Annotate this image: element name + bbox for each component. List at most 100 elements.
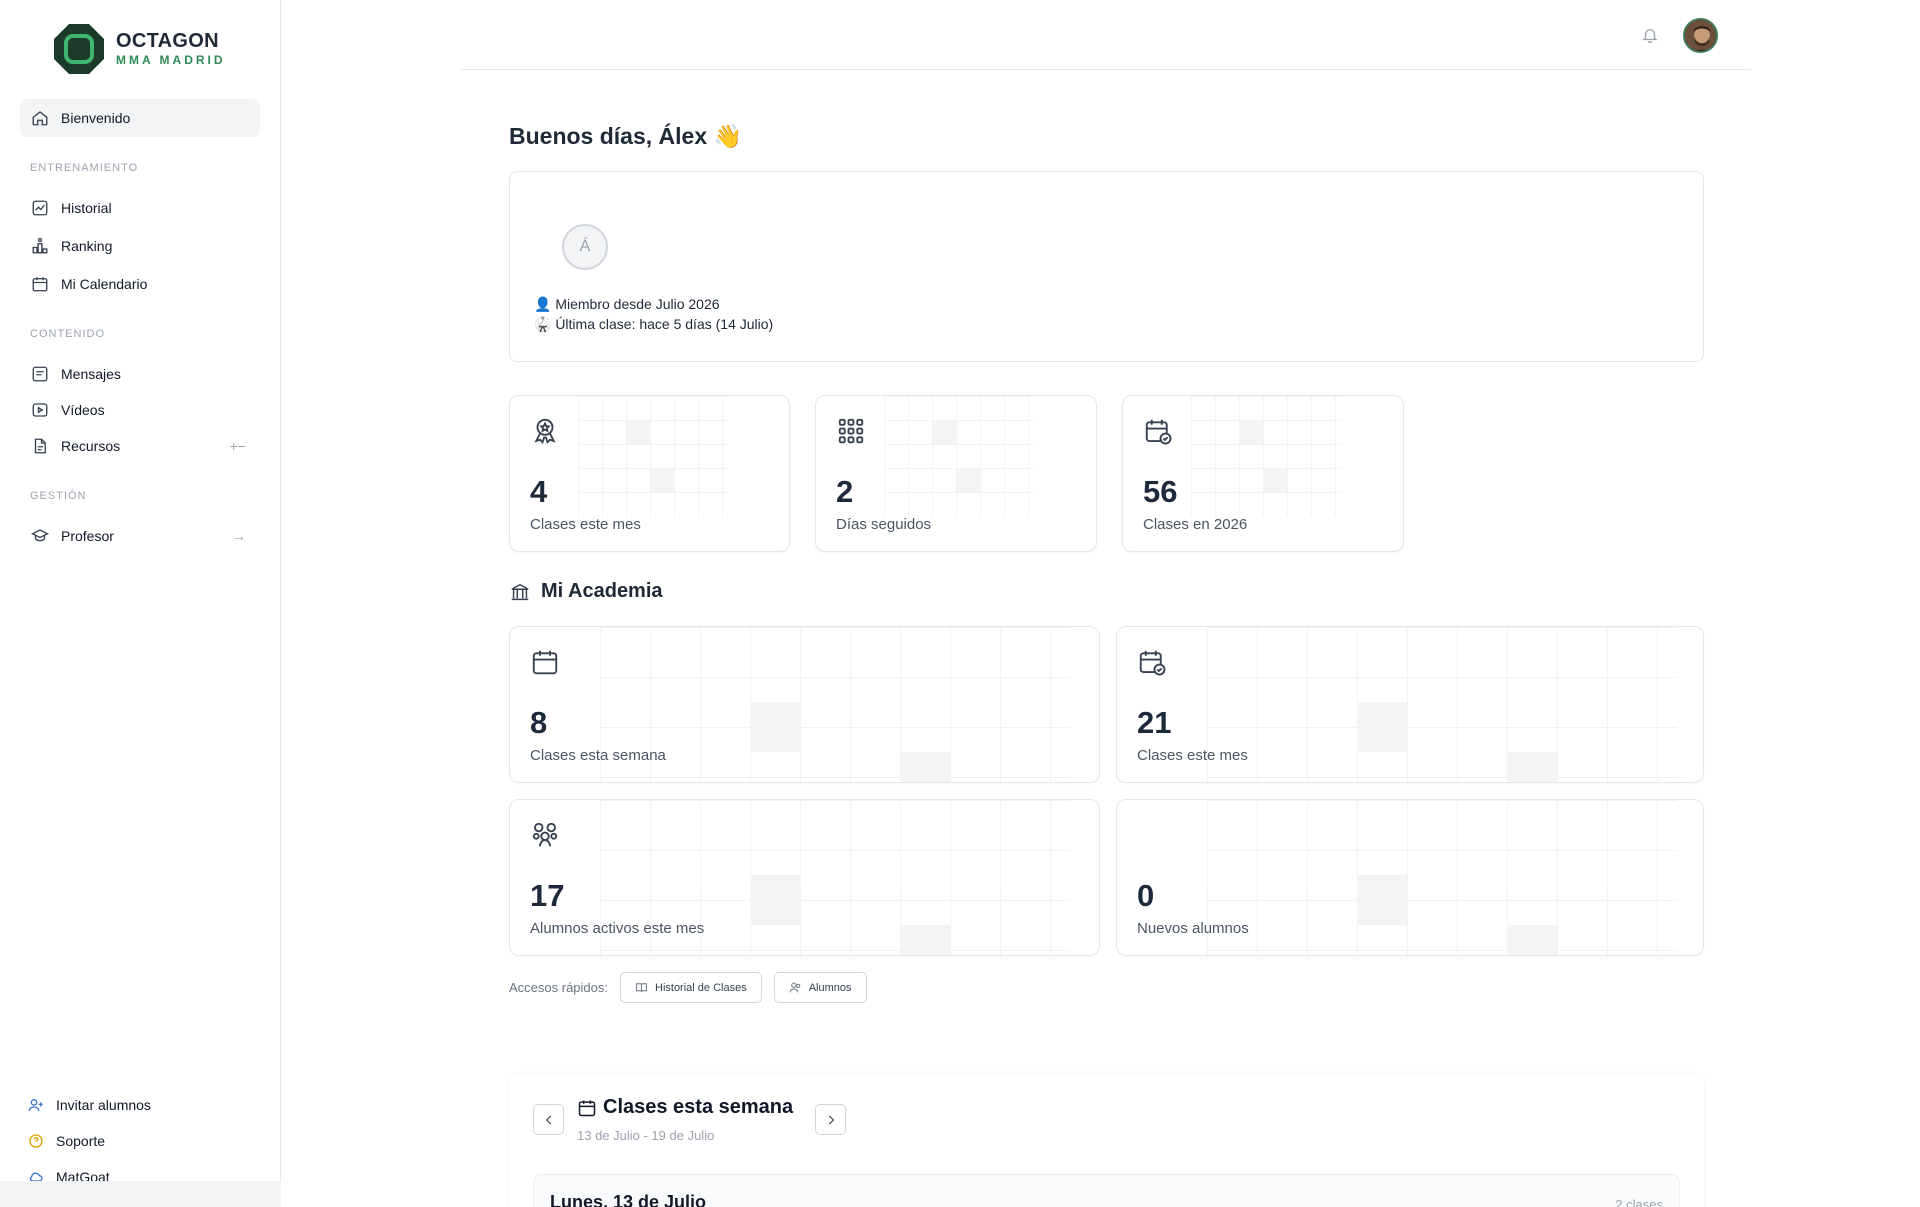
next-week-button[interactable] [815, 1104, 846, 1135]
stat-card-clases-anio[interactable]: 56 Clases en 2026 [1122, 395, 1404, 552]
stat-card-dias-seguidos[interactable]: 2 Días seguidos [815, 395, 1097, 552]
nav-historial[interactable]: Historial [20, 189, 260, 227]
calendar-check-icon [1139, 650, 1166, 676]
nav-historial-label: Historial [61, 200, 112, 216]
invite-students-label: Invitar alumnos [56, 1097, 151, 1113]
grid-decoration-cell [626, 420, 650, 444]
page-title: Buenos días, Álex 👋 [509, 123, 743, 149]
quick-access: Accesos rápidos: Historial de Clases Alu… [509, 972, 867, 1003]
last-class: 🥋 Última clase: hace 5 días (14 Julio) [534, 316, 774, 332]
academy-card-nuevos-alumnos[interactable]: 0 Nuevos alumnos [1116, 799, 1704, 956]
profile-avatar[interactable]: Á [562, 224, 608, 270]
calendar-check-icon [1145, 419, 1172, 445]
week-classes-card: Clases esta semana 13 de Julio - 19 de J… [509, 1074, 1704, 1207]
chevron-right-icon [828, 1115, 834, 1124]
sidebar-bottom-strip [0, 1181, 281, 1207]
stat-value: 8 [530, 705, 548, 740]
brand-logo[interactable]: OCTAGON MMA MADRID [54, 24, 226, 74]
stat-value: 56 [1143, 474, 1178, 509]
section-contenido: CONTENIDO [30, 328, 105, 340]
award-icon [534, 418, 556, 444]
graduation-cap-icon [31, 529, 49, 542]
day-name: Lunes, 13 de Julio [550, 1192, 707, 1207]
grid-decoration-cell [1357, 702, 1407, 752]
grid-decoration [1191, 396, 1341, 516]
invite-students-link[interactable]: Invitar alumnos [28, 1097, 151, 1113]
grid-decoration-cell [956, 468, 980, 492]
user-avatar[interactable] [1683, 18, 1718, 53]
nav-videos-label: Vídeos [61, 402, 105, 418]
week-title-label: Clases esta semana [603, 1096, 794, 1118]
nav-mi-calendario-label: Mi Calendario [61, 276, 148, 292]
stat-label: Nuevos alumnos [1137, 920, 1249, 937]
nav-mensajes[interactable]: Mensajes [20, 355, 260, 393]
historial-clases-button[interactable]: Historial de Clases [620, 972, 762, 1003]
grid-decoration-cell [1507, 925, 1557, 955]
nav-recursos-label: Recursos [61, 438, 121, 454]
stat-value: 17 [530, 878, 565, 913]
users-icon [532, 822, 558, 847]
grid-decoration-cell [750, 702, 800, 752]
grid-decoration-cell [1357, 875, 1407, 925]
academy-card-alumnos-activos[interactable]: 17 Alumnos activos este mes [509, 799, 1100, 956]
nav-videos[interactable]: Vídeos [20, 391, 260, 429]
grid-decoration-cell [650, 468, 674, 492]
grid-decoration-cell [900, 752, 950, 782]
grid-decoration-cell [750, 875, 800, 925]
day-class-count: 2 clases [1615, 1197, 1663, 1207]
grid-decoration [1207, 800, 1677, 955]
section-mi-academia: Mi Academia [509, 580, 663, 603]
nav-bienvenido-label: Bienvenido [61, 110, 131, 126]
stat-value: 21 [1137, 705, 1172, 740]
octagon-logo-icon [54, 24, 104, 74]
academy-card-clases-semana[interactable]: 8 Clases esta semana [509, 626, 1100, 783]
week-range: 13 de Julio - 19 de Julio [577, 1128, 715, 1143]
nav-mi-calendario[interactable]: Mi Calendario [20, 265, 260, 303]
stat-label: Clases esta semana [530, 747, 666, 764]
recursos-expand-toggle[interactable]: +− [230, 438, 246, 454]
profile-card: Á 👤 Miembro desde Julio 2026 🥋 Última cl… [509, 171, 1704, 362]
help-icon [29, 1134, 43, 1148]
brand-title: OCTAGON [116, 30, 219, 52]
nav-ranking-label: Ranking [61, 238, 113, 254]
calendar-icon [532, 650, 558, 675]
grid-decoration [1207, 627, 1677, 782]
users-icon [789, 982, 801, 993]
ranking-icon [32, 237, 48, 254]
stat-value: 2 [836, 474, 854, 509]
stat-label: Días seguidos [836, 516, 932, 533]
alumnos-button[interactable]: Alumnos [773, 972, 867, 1003]
grid-decoration-cell [932, 420, 956, 444]
historial-clases-label: Historial de Clases [655, 981, 747, 994]
nav-ranking[interactable]: Ranking [20, 227, 260, 265]
stat-label: Alumnos activos este mes [530, 920, 705, 937]
message-icon [32, 366, 48, 382]
bell-icon[interactable] [1641, 26, 1659, 44]
grid-decoration [578, 396, 728, 516]
week-title: Clases esta semana [577, 1096, 793, 1119]
support-link[interactable]: Soporte [28, 1133, 105, 1149]
previous-week-button[interactable] [533, 1104, 564, 1135]
calendar-icon [578, 1100, 596, 1116]
nav-bienvenido[interactable]: Bienvenido [20, 99, 260, 137]
chevron-left-icon [545, 1115, 551, 1124]
stat-card-clases-mes[interactable]: 4 Clases este mes [509, 395, 790, 552]
grid-decoration-cell [1263, 468, 1287, 492]
top-bar [461, 0, 1751, 70]
grid-decoration-cell [1507, 752, 1557, 782]
grid-icon [838, 418, 864, 444]
section-mi-academia-label: Mi Academia [541, 580, 663, 602]
member-since: 👤 Miembro desde Julio 2026 [534, 296, 720, 312]
stat-label: Clases este mes [1137, 747, 1248, 764]
quick-access-label: Accesos rápidos: [509, 980, 608, 995]
document-icon [34, 438, 46, 454]
nav-profesor[interactable]: Profesor → [20, 517, 260, 555]
academy-card-clases-mes[interactable]: 21 Clases este mes [1116, 626, 1704, 783]
sidebar: OCTAGON MMA MADRID Bienvenido ENTRENAMIE… [0, 0, 281, 1207]
nav-recursos[interactable]: Recursos +− [20, 427, 260, 465]
book-icon [636, 983, 647, 992]
stat-value: 4 [530, 474, 548, 509]
day-row[interactable]: Lunes, 13 de Julio 2 clases [533, 1174, 1680, 1207]
grid-decoration-cell [1239, 420, 1263, 444]
section-gestion: GESTIÓN [30, 490, 87, 502]
